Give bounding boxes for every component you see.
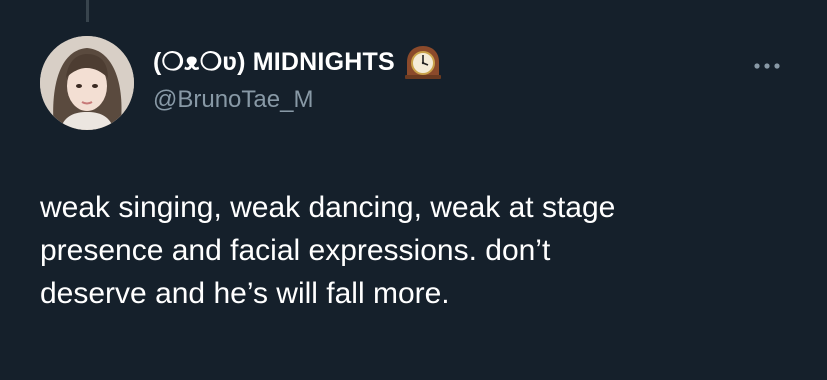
tweet-text: weak singing, weak dancing, weak at stag… [40,186,800,315]
tweet-text-line: deserve and he’s will fall more. [40,277,450,310]
tweet-text-line: weak singing, weak dancing, weak at stag… [40,191,616,224]
thread-connector-line [86,0,89,22]
author-name-row: (❍ᴥ❍ʋ) MIDNIGHTS [153,44,443,80]
user-handle[interactable]: @BrunoTae_M [153,86,313,114]
tweet-card[interactable]: (❍ᴥ❍ʋ) MIDNIGHTS @BrunoTae_M weak singin… [0,0,827,380]
mantelpiece-clock-icon [403,44,443,80]
avatar[interactable] [40,36,134,130]
more-options-icon[interactable] [752,58,786,69]
avatar-image [40,36,134,130]
display-name[interactable]: (❍ᴥ❍ʋ) MIDNIGHTS [153,47,395,77]
tweet-text-line: presence and facial expressions. don’t [40,234,551,267]
